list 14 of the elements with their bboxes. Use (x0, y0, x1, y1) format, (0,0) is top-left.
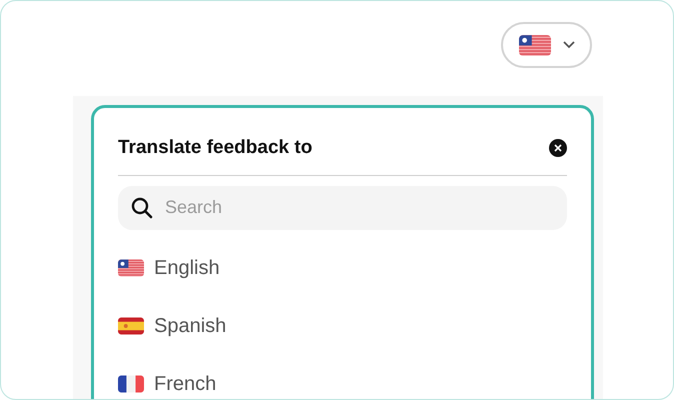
striped-flag-icon (118, 316, 144, 336)
language-option[interactable]: Spanish (118, 310, 567, 342)
striped-flag-icon (518, 34, 550, 56)
language-option[interactable]: English (118, 252, 567, 284)
search-icon (130, 196, 154, 220)
striped-flag-icon (118, 258, 144, 278)
close-icon (554, 144, 562, 152)
search-field[interactable]: Search (118, 186, 567, 230)
chevron-down-icon (562, 41, 574, 49)
language-dropdown-button[interactable] (501, 22, 592, 68)
close-button[interactable] (549, 139, 567, 158)
tricolor-flag-icon (118, 374, 144, 394)
language-option[interactable]: French (118, 368, 567, 399)
dialog-title: Translate feedback to (118, 136, 312, 160)
